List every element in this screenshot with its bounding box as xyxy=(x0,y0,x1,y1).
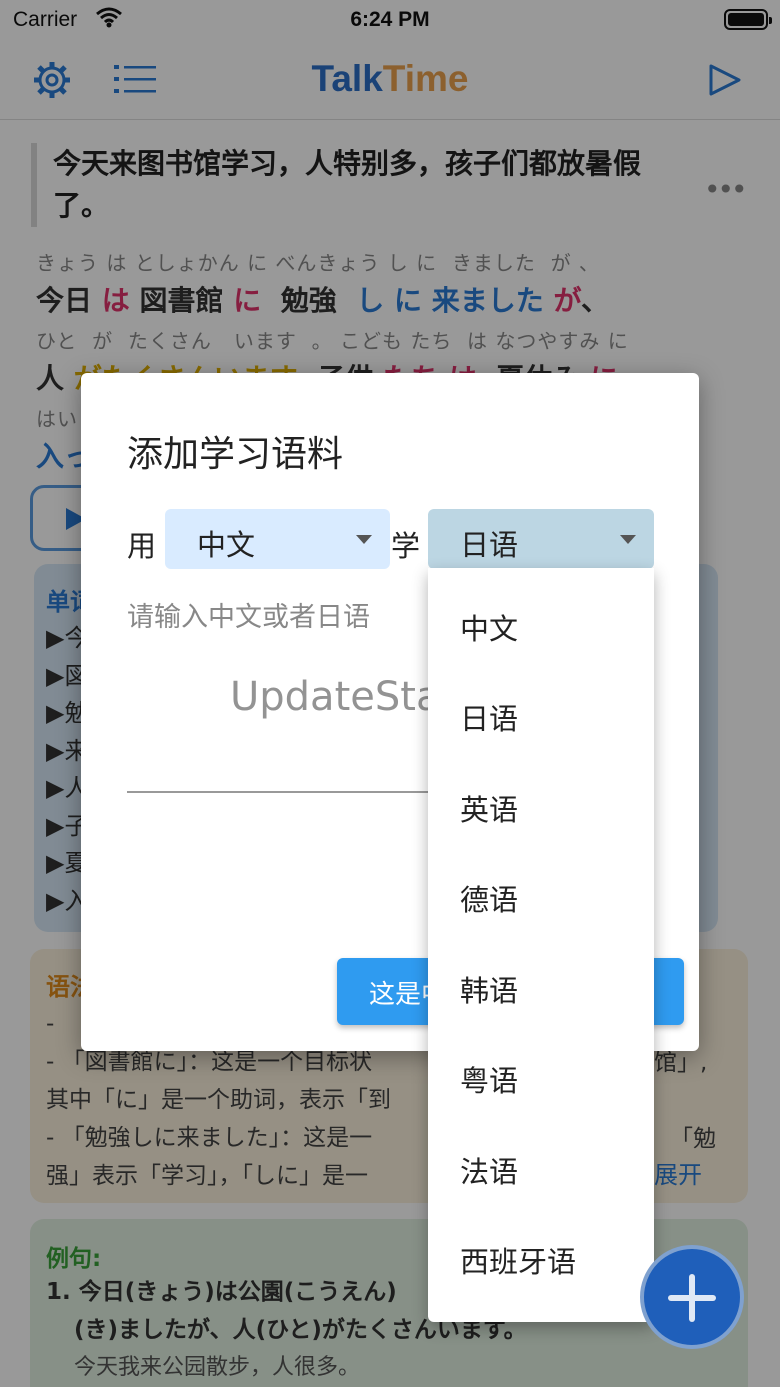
input-placeholder: 请输入中文或者日语 xyxy=(127,602,370,633)
menu-item-german[interactable]: 德语 xyxy=(428,855,654,945)
menu-item-korean[interactable]: 韩语 xyxy=(428,946,654,1036)
target-language-select[interactable]: 日语 xyxy=(428,509,654,569)
learn-label: 学 xyxy=(391,529,421,563)
menu-item-english[interactable]: 英语 xyxy=(428,765,654,855)
chevron-down-icon xyxy=(356,535,372,544)
menu-item-chinese[interactable]: 中文 xyxy=(428,584,654,674)
target-language-value: 日语 xyxy=(460,528,519,562)
menu-item-cantonese[interactable]: 粤语 xyxy=(428,1036,654,1126)
language-dropdown-menu: 中文 日语 英语 德语 韩语 粤语 法语 西班牙语 xyxy=(428,568,654,1322)
menu-item-french[interactable]: 法语 xyxy=(428,1127,654,1217)
add-button[interactable] xyxy=(640,1245,744,1349)
use-label: 用 xyxy=(127,529,157,563)
dialog-title: 添加学习语料 xyxy=(127,434,344,475)
menu-item-japanese[interactable]: 日语 xyxy=(428,674,654,764)
chevron-down-icon xyxy=(620,535,636,544)
source-language-select[interactable]: 中文 xyxy=(165,509,390,569)
source-language-value: 中文 xyxy=(197,528,256,562)
screen: Carrier 6:24 PM TalkTime 今天来图书馆学习，人特别多，孩… xyxy=(0,0,780,1387)
menu-item-spanish[interactable]: 西班牙语 xyxy=(428,1217,654,1307)
